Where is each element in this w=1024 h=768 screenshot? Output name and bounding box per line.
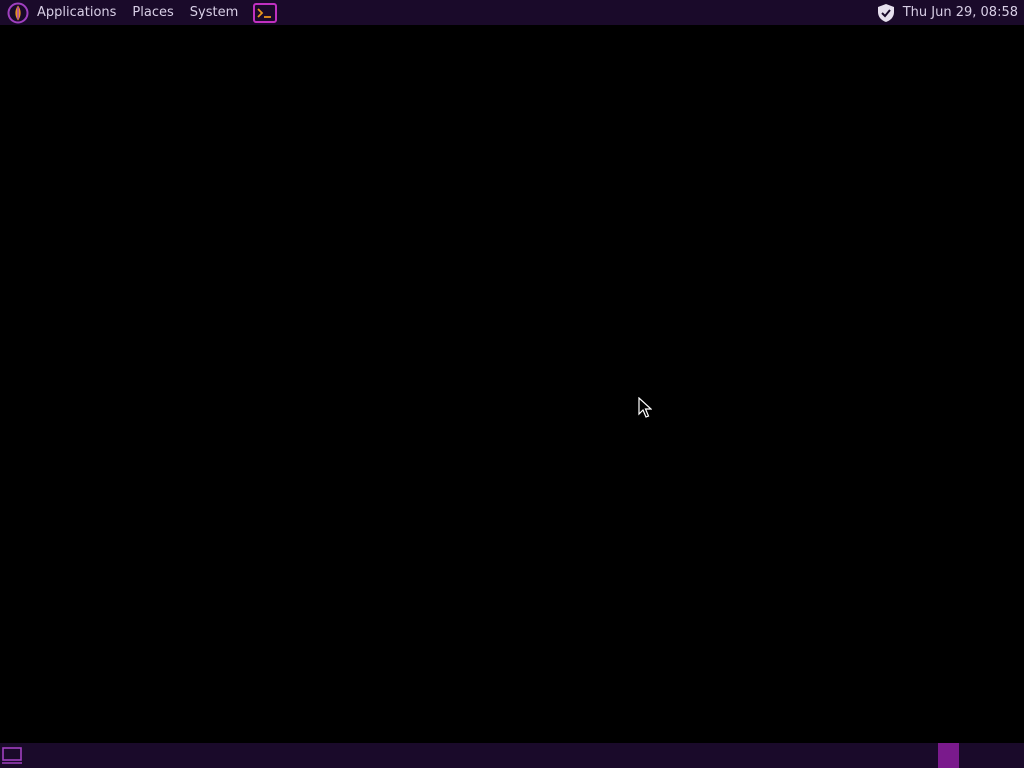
places-menu[interactable]: Places [124,0,181,25]
workspace-2[interactable] [959,743,1024,768]
app-logo-icon[interactable] [7,2,29,24]
terminal-icon[interactable] [253,2,278,23]
workspace-1[interactable] [938,743,959,768]
workspace-switcher [938,743,1024,768]
shield-icon[interactable] [876,3,896,23]
top-panel: Applications Places System Thu Jun 29, 0… [0,0,1024,25]
desktop[interactable] [0,25,1024,743]
clock[interactable]: Thu Jun 29, 08:58 [903,5,1018,20]
applications-menu[interactable]: Applications [29,0,124,25]
system-menu[interactable]: System [182,0,246,25]
panel-right-area: Thu Jun 29, 08:58 [876,0,1024,25]
show-desktop-icon[interactable] [1,745,23,765]
mouse-cursor-icon [638,396,653,419]
bottom-panel [0,743,1024,768]
panel-left-area: Applications Places System [0,0,278,25]
